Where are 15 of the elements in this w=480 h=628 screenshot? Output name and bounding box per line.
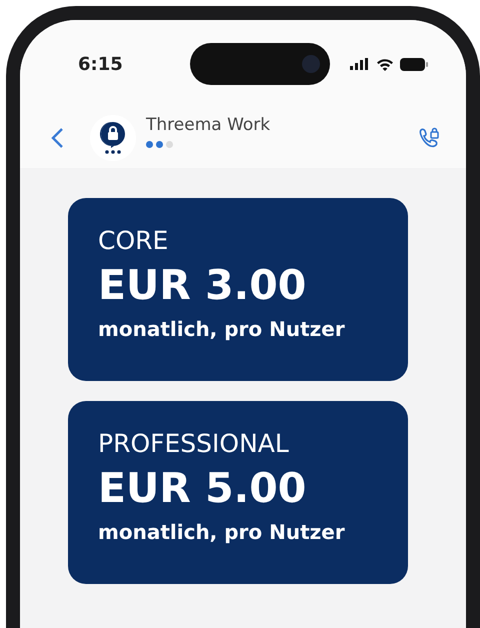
- contact-avatar[interactable]: [90, 115, 136, 161]
- status-time: 6:15: [78, 54, 124, 74]
- billing-period: monatlich, pro Nutzer: [98, 316, 346, 343]
- plan-name: CORE: [98, 225, 170, 257]
- battery-icon: [400, 58, 428, 70]
- contact-name: Threema Work: [146, 114, 270, 134]
- plan-name: PROFESSIONAL: [98, 428, 290, 460]
- lock-bubble-icon: [100, 121, 126, 155]
- phone-lock-icon[interactable]: [418, 127, 440, 149]
- signal-icon: [350, 58, 370, 70]
- wifi-icon: [376, 58, 394, 70]
- plan-price: EUR 3.00: [98, 260, 308, 311]
- billing-period: monatlich, pro Nutzer: [98, 519, 346, 546]
- back-icon[interactable]: [50, 127, 64, 149]
- plan-price: EUR 5.00: [98, 463, 308, 514]
